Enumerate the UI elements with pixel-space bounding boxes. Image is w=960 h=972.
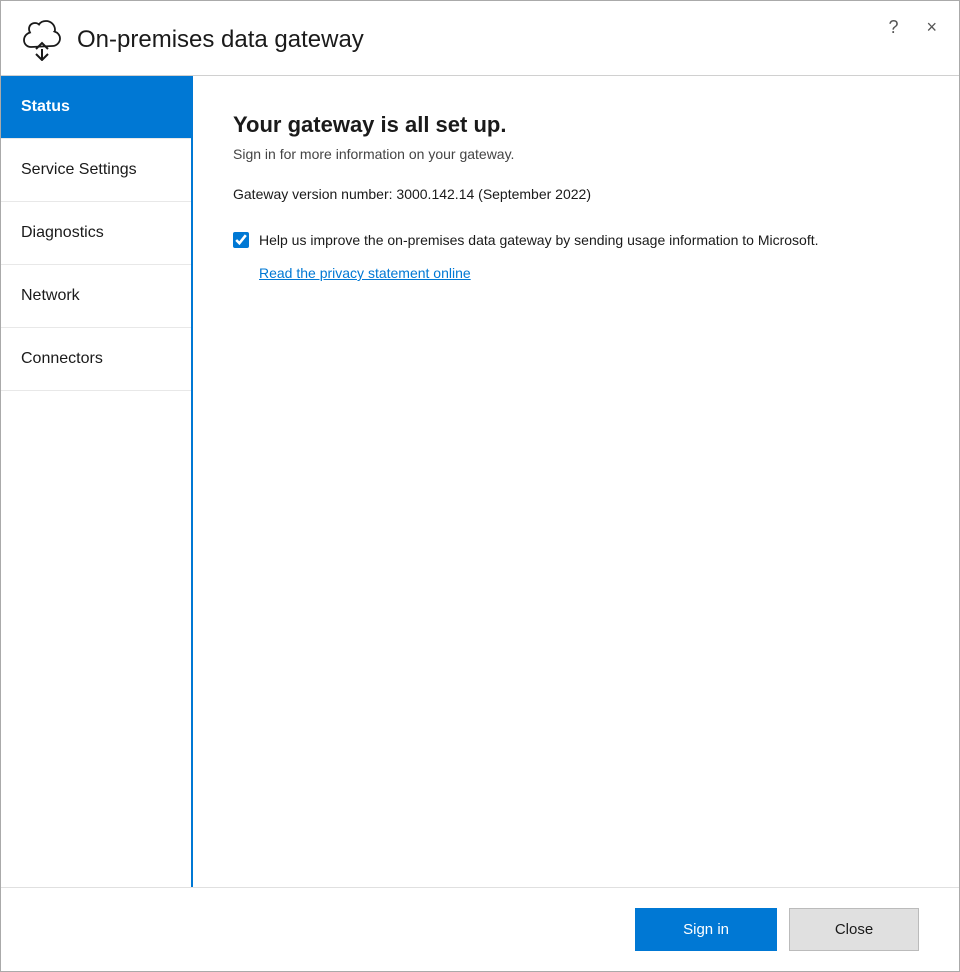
sidebar-item-service-settings[interactable]: Service Settings: [1, 139, 191, 202]
usage-checkbox-row: Help us improve the on-premises data gat…: [233, 230, 919, 253]
window-controls: ? ×: [882, 15, 943, 40]
sidebar-item-network[interactable]: Network: [1, 265, 191, 328]
page-subtitle: Sign in for more information on your gat…: [233, 146, 919, 162]
version-text: Gateway version number: 3000.142.14 (Sep…: [233, 186, 919, 202]
status-page: Your gateway is all set up. Sign in for …: [193, 76, 959, 887]
page-title: Your gateway is all set up.: [233, 112, 919, 138]
sidebar: Status Service Settings Diagnostics Netw…: [1, 76, 193, 887]
usage-checkbox[interactable]: [233, 232, 249, 248]
sidebar-item-diagnostics[interactable]: Diagnostics: [1, 202, 191, 265]
sidebar-item-connectors[interactable]: Connectors: [1, 328, 191, 391]
usage-checkbox-wrapper[interactable]: [233, 232, 249, 253]
title-bar: On-premises data gateway ? ×: [1, 1, 959, 76]
privacy-link[interactable]: Read the privacy statement online: [259, 265, 919, 281]
sign-in-button[interactable]: Sign in: [635, 908, 777, 951]
window-close-button[interactable]: ×: [920, 15, 943, 40]
help-button[interactable]: ?: [882, 15, 904, 40]
main-content: Status Service Settings Diagnostics Netw…: [1, 76, 959, 887]
usage-checkbox-label[interactable]: Help us improve the on-premises data gat…: [259, 230, 819, 251]
sidebar-item-status[interactable]: Status: [1, 76, 191, 139]
app-icon: [21, 19, 63, 61]
footer: Sign in Close: [1, 887, 959, 971]
app-window: On-premises data gateway ? × Status Serv…: [0, 0, 960, 972]
app-title: On-premises data gateway: [77, 26, 364, 54]
close-button[interactable]: Close: [789, 908, 919, 951]
